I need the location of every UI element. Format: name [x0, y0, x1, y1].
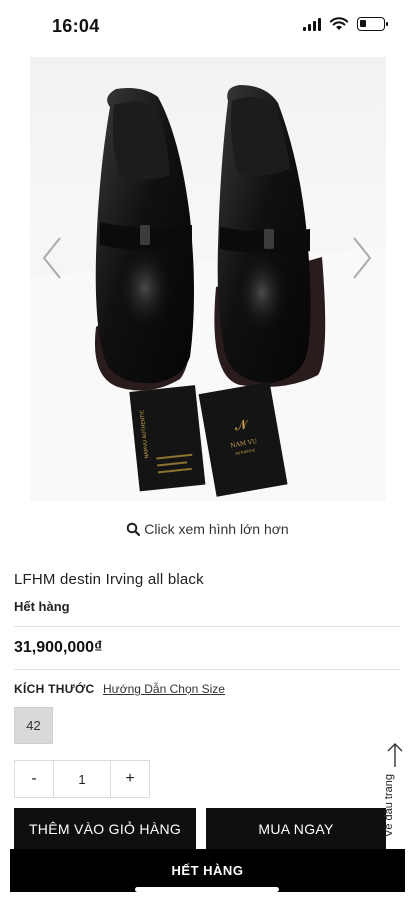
divider	[14, 626, 400, 627]
zoom-link[interactable]: Click xem hình lớn hơn	[0, 521, 415, 537]
product-image-gallery[interactable]: NAMVU AUTHENTIC 𝓝 NAM VU AUTHENTIC	[30, 57, 386, 501]
status-icons	[303, 17, 388, 31]
sold-out-button[interactable]: HẾT HÀNG	[10, 849, 405, 892]
divider	[14, 669, 400, 670]
zoom-link-label: Click xem hình lớn hơn	[144, 521, 289, 537]
home-indicator	[135, 887, 279, 892]
quantity-increase-button[interactable]: +	[111, 761, 149, 797]
size-option-42[interactable]: 42	[14, 707, 53, 744]
wifi-icon	[329, 17, 349, 30]
quantity-stepper: - 1 +	[14, 760, 150, 798]
signal-icon	[303, 17, 321, 31]
chevron-right-icon[interactable]	[350, 236, 374, 280]
size-label: KÍCH THƯỚC	[14, 682, 95, 696]
buy-now-button[interactable]: MUA NGAY	[206, 808, 386, 850]
quantity-decrease-button[interactable]: -	[15, 761, 53, 797]
search-icon	[126, 522, 141, 537]
product-title: LFHM destin Irving all black	[14, 571, 204, 588]
back-to-top-button[interactable]: Về đầu trang	[380, 742, 410, 852]
battery-icon	[357, 17, 388, 31]
quantity-input[interactable]: 1	[53, 761, 111, 797]
add-to-cart-button[interactable]: THÊM VÀO GIỎ HÀNG	[14, 808, 196, 850]
status-bar: 16:04	[0, 0, 415, 56]
product-price: 31,900,000₫	[14, 639, 103, 656]
stock-status: Hết hàng	[14, 599, 70, 614]
chevron-left-icon[interactable]	[40, 236, 64, 280]
product-photo: NAMVU AUTHENTIC 𝓝 NAM VU AUTHENTIC	[30, 85, 386, 501]
status-time: 16:04	[52, 16, 100, 36]
back-to-top-label: Về đầu trang	[383, 774, 395, 837]
size-guide-link[interactable]: Hướng Dẫn Chọn Size	[103, 682, 225, 696]
arrow-up-icon	[387, 743, 403, 767]
battery-level	[360, 20, 366, 27]
